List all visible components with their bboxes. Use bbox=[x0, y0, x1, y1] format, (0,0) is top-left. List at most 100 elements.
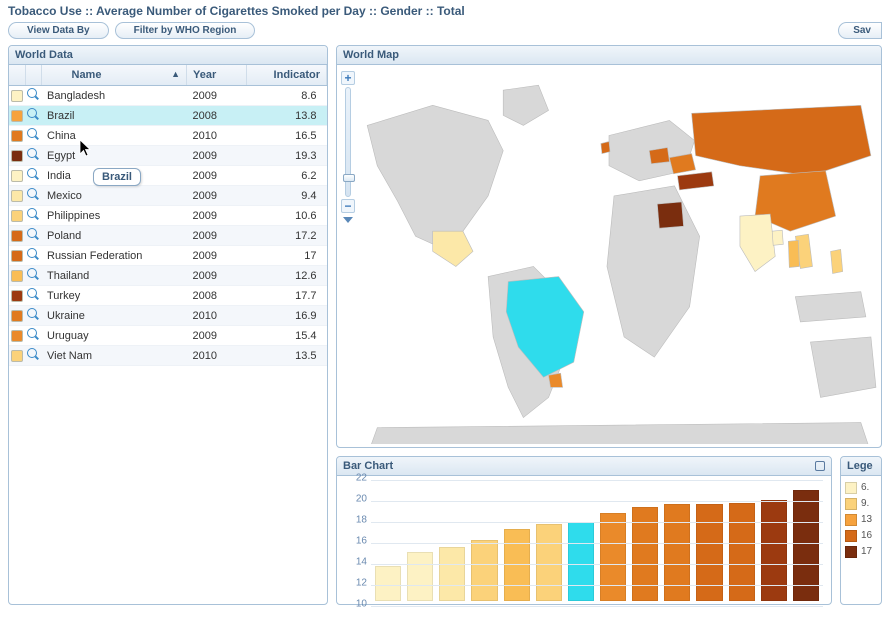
table-row[interactable]: Brazil200813.8 bbox=[9, 106, 327, 126]
row-indicator: 8.6 bbox=[247, 86, 327, 106]
table-row[interactable]: Russian Federation200917 bbox=[9, 246, 327, 266]
row-swatch-icon bbox=[11, 130, 23, 142]
row-name: Russian Federation bbox=[41, 246, 187, 266]
row-swatch-icon bbox=[11, 190, 23, 202]
row-year: 2010 bbox=[187, 346, 247, 366]
table-row[interactable]: India20096.2 bbox=[9, 166, 327, 186]
legend-swatch-icon bbox=[845, 514, 857, 526]
row-tooltip: Brazil bbox=[93, 168, 141, 186]
world-data-panel: World Data Name ▲ Year Indicator B bbox=[8, 45, 328, 605]
row-swatch-icon bbox=[11, 150, 23, 162]
panel-maximize-icon[interactable] bbox=[815, 461, 825, 471]
row-name: Poland bbox=[41, 226, 187, 246]
grid-line bbox=[371, 606, 823, 607]
zoom-reset-icon[interactable] bbox=[343, 217, 353, 223]
row-indicator: 16.5 bbox=[247, 126, 327, 146]
row-swatch-icon bbox=[11, 290, 23, 302]
row-year: 2008 bbox=[187, 106, 247, 126]
chart-bar[interactable] bbox=[375, 566, 401, 602]
table-row[interactable]: Philippines200910.6 bbox=[9, 206, 327, 226]
table-row[interactable]: Egypt200919.3 bbox=[9, 146, 327, 166]
table-row[interactable]: Thailand200912.6 bbox=[9, 266, 327, 286]
magnify-icon[interactable] bbox=[27, 248, 39, 260]
zoom-out-button[interactable]: − bbox=[341, 199, 355, 213]
table-row[interactable]: Turkey200817.7 bbox=[9, 286, 327, 306]
magnify-icon[interactable] bbox=[27, 88, 39, 100]
row-swatch-icon bbox=[11, 350, 23, 362]
legend-label: 17 bbox=[861, 546, 872, 557]
row-name: Philippines bbox=[41, 206, 187, 226]
magnify-icon[interactable] bbox=[27, 128, 39, 140]
table-row[interactable]: Uruguay200915.4 bbox=[9, 326, 327, 346]
chart-bar[interactable] bbox=[632, 507, 658, 602]
zoom-slider[interactable] bbox=[345, 87, 351, 197]
save-button[interactable]: Sav bbox=[838, 22, 882, 39]
chart-bar[interactable] bbox=[761, 500, 787, 601]
table-row[interactable]: China201016.5 bbox=[9, 126, 327, 146]
chart-bar[interactable] bbox=[504, 529, 530, 601]
col-year[interactable]: Year bbox=[187, 65, 247, 86]
chart-bar[interactable] bbox=[407, 552, 433, 601]
row-swatch-icon bbox=[11, 270, 23, 282]
row-year: 2009 bbox=[187, 146, 247, 166]
row-name: Egypt bbox=[41, 146, 187, 166]
chart-bar[interactable] bbox=[568, 522, 594, 601]
table-row[interactable]: Poland200917.2 bbox=[9, 226, 327, 246]
chart-y-axis: 10121416182022 bbox=[341, 478, 367, 601]
chart-bar[interactable] bbox=[729, 503, 755, 602]
world-map-title: World Map bbox=[343, 49, 399, 61]
table-row[interactable]: Bangladesh20098.6 bbox=[9, 86, 327, 106]
filter-region-button[interactable]: Filter by WHO Region bbox=[115, 22, 256, 39]
row-indicator: 17.2 bbox=[247, 226, 327, 246]
table-row[interactable]: Viet Nam201013.5 bbox=[9, 346, 327, 366]
y-tick-label: 10 bbox=[356, 598, 367, 609]
row-year: 2009 bbox=[187, 266, 247, 286]
col-zoom[interactable] bbox=[25, 65, 41, 86]
zoom-in-button[interactable]: + bbox=[341, 71, 355, 85]
row-name: Ukraine bbox=[41, 306, 187, 326]
y-tick-label: 14 bbox=[356, 556, 367, 567]
chart-bar[interactable] bbox=[471, 540, 497, 601]
row-indicator: 10.6 bbox=[247, 206, 327, 226]
legend-label: 9. bbox=[861, 498, 869, 509]
magnify-icon[interactable] bbox=[27, 328, 39, 340]
zoom-thumb[interactable] bbox=[343, 174, 355, 182]
magnify-icon[interactable] bbox=[27, 148, 39, 160]
row-name: Uruguay bbox=[41, 326, 187, 346]
row-indicator: 16.9 bbox=[247, 306, 327, 326]
col-name[interactable]: Name ▲ bbox=[41, 65, 187, 86]
magnify-icon[interactable] bbox=[27, 108, 39, 120]
magnify-icon[interactable] bbox=[27, 348, 39, 360]
legend-item: 13 bbox=[845, 514, 877, 526]
magnify-icon[interactable] bbox=[27, 228, 39, 240]
row-indicator: 12.6 bbox=[247, 266, 327, 286]
col-indicator[interactable]: Indicator bbox=[247, 65, 327, 86]
magnify-icon[interactable] bbox=[27, 268, 39, 280]
chart-bar[interactable] bbox=[439, 547, 465, 601]
grid-line bbox=[371, 480, 823, 481]
chart-plot-area[interactable] bbox=[371, 480, 823, 601]
row-swatch-icon bbox=[11, 230, 23, 242]
world-map[interactable] bbox=[337, 65, 881, 444]
row-swatch-icon bbox=[11, 170, 23, 182]
magnify-icon[interactable] bbox=[27, 308, 39, 320]
row-indicator: 6.2 bbox=[247, 166, 327, 186]
chart-bar[interactable] bbox=[664, 504, 690, 601]
table-row[interactable]: Ukraine201016.9 bbox=[9, 306, 327, 326]
legend-swatch-icon bbox=[845, 482, 857, 494]
legend-label: 6. bbox=[861, 482, 869, 493]
table-row[interactable]: Mexico20099.4 bbox=[9, 186, 327, 206]
magnify-icon[interactable] bbox=[27, 288, 39, 300]
magnify-icon[interactable] bbox=[27, 208, 39, 220]
row-swatch-icon bbox=[11, 310, 23, 322]
chart-bar[interactable] bbox=[536, 524, 562, 601]
col-swatch[interactable] bbox=[9, 65, 25, 86]
view-data-by-button[interactable]: View Data By bbox=[8, 22, 109, 39]
magnify-icon[interactable] bbox=[27, 168, 39, 180]
row-year: 2009 bbox=[187, 206, 247, 226]
legend-label: 13 bbox=[861, 514, 872, 525]
chart-bar[interactable] bbox=[600, 513, 626, 601]
row-indicator: 13.8 bbox=[247, 106, 327, 126]
magnify-icon[interactable] bbox=[27, 188, 39, 200]
chart-bar[interactable] bbox=[696, 504, 722, 601]
